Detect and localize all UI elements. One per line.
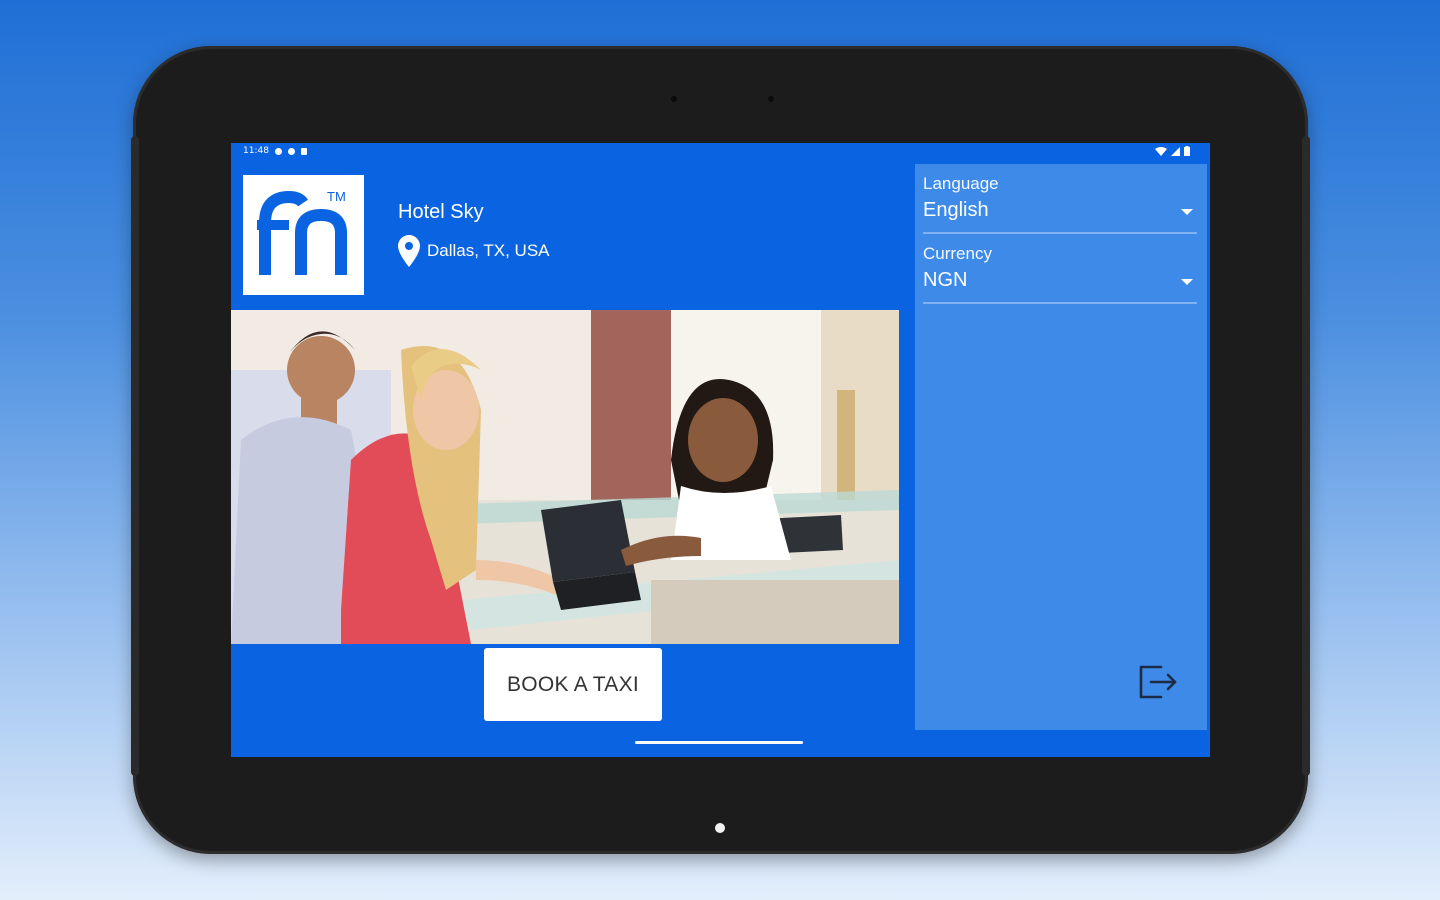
gesture-nav-handle[interactable]	[635, 741, 803, 744]
notification-icon	[287, 147, 295, 155]
language-label: Language	[923, 174, 999, 193]
tablet-right-edge	[1302, 136, 1310, 776]
app-screen: 11:48 TM Hotel Sky Dallas, TX, USA BOOK …	[231, 143, 1210, 757]
status-bar: 11:48	[231, 143, 1210, 161]
book-taxi-button[interactable]: BOOK A TAXI	[484, 648, 662, 721]
currency-value: NGN	[923, 269, 968, 291]
tablet-device-frame: 11:48 TM Hotel Sky Dallas, TX, USA BOOK …	[131, 46, 1310, 854]
logout-icon[interactable]	[1137, 663, 1181, 701]
chevron-down-icon	[1181, 279, 1193, 285]
currency-label: Currency	[923, 244, 992, 263]
notification-icon	[300, 147, 307, 155]
hardware-home-button[interactable]	[715, 823, 725, 833]
tablet-left-edge	[131, 136, 139, 776]
currency-select[interactable]: Currency NGN	[923, 244, 1197, 304]
hotel-name: Hotel Sky	[398, 201, 484, 223]
battery-icon	[1184, 146, 1190, 156]
chevron-down-icon	[1181, 209, 1193, 215]
location-text: Dallas, TX, USA	[427, 241, 550, 260]
hotel-location: Dallas, TX, USA	[398, 235, 550, 267]
language-select[interactable]: Language English	[923, 174, 1197, 234]
front-sensor	[671, 96, 677, 102]
status-time: 11:48	[243, 146, 269, 156]
language-value: English	[923, 199, 989, 221]
front-camera	[768, 96, 774, 102]
notification-icon	[274, 147, 282, 155]
settings-panel: Language English Currency NGN	[915, 164, 1207, 730]
wifi-icon	[1155, 146, 1167, 156]
hero-image-reception	[231, 310, 899, 644]
signal-icon	[1171, 146, 1180, 156]
brand-logo: TM	[243, 175, 364, 295]
location-pin-icon	[398, 235, 420, 267]
trademark-mark: TM	[327, 189, 346, 204]
